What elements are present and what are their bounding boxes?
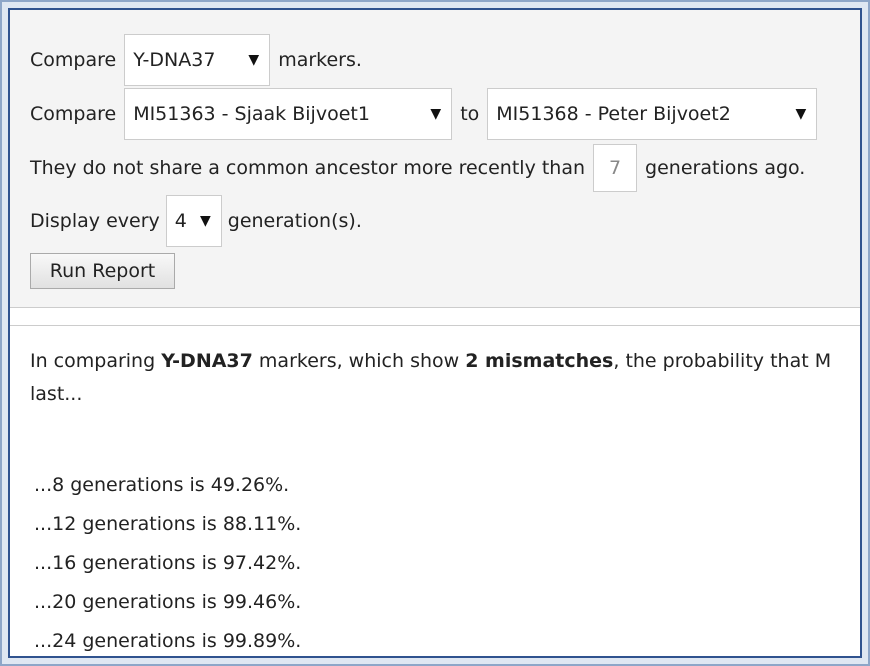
report-panel: Compare Y-DNA37 ▼ markers. Compare MI513…: [8, 8, 862, 658]
chevron-down-icon: ▼: [430, 106, 442, 122]
person2-select[interactable]: MI51368 - Peter Bijvoet2 ▼: [487, 88, 818, 140]
display-every-label: Display every: [30, 210, 160, 232]
compare-markers-row: Compare Y-DNA37 ▼ markers.: [30, 34, 362, 86]
person2-value: MI51368 - Peter Bijvoet2: [496, 103, 731, 125]
list-item: ...8 generations is 49.26%.: [34, 474, 290, 496]
intro-text: markers, which show: [252, 350, 466, 372]
generation-step-select[interactable]: 4 ▼: [165, 195, 222, 247]
window-outer-frame: Compare Y-DNA37 ▼ markers. Compare MI513…: [0, 0, 870, 666]
generation-step-value: 4: [174, 210, 187, 232]
list-item: ...20 generations is 99.46%.: [34, 591, 302, 613]
chevron-down-icon: ▼: [248, 52, 260, 68]
common-ancestor-row: They do not share a common ancestor more…: [30, 144, 806, 192]
person1-select[interactable]: MI51363 - Sjaak Bijvoet1 ▼: [124, 88, 453, 140]
divider: [10, 325, 860, 326]
marker-set-select[interactable]: Y-DNA37 ▼: [124, 34, 271, 86]
to-label: to: [460, 103, 480, 125]
markers-label: markers.: [278, 49, 362, 71]
generations-input[interactable]: 7: [593, 144, 638, 192]
generations-label: generation(s).: [227, 210, 362, 232]
list-item: ...12 generations is 88.11%.: [34, 513, 302, 535]
intro-text: In comparing: [30, 350, 162, 372]
compare-form: Compare Y-DNA37 ▼ markers. Compare MI513…: [10, 10, 860, 308]
display-every-row: Display every 4 ▼ generation(s).: [30, 195, 362, 247]
intro-markers: Y-DNA37: [161, 350, 253, 372]
person1-value: MI51363 - Sjaak Bijvoet1: [133, 103, 370, 125]
results-intro: In comparing Y-DNA37 markers, which show…: [30, 345, 860, 378]
compare-label: Compare: [30, 49, 117, 71]
list-item: ...24 generations is 99.89%.: [34, 630, 302, 652]
generations-ago-label: generations ago.: [645, 157, 806, 179]
compare-label: Compare: [30, 103, 117, 125]
chevron-down-icon: ▼: [795, 106, 807, 122]
chevron-down-icon: ▼: [199, 213, 211, 229]
run-report-button[interactable]: Run Report: [30, 253, 175, 289]
results-intro-continued: last...: [30, 383, 83, 405]
results-section: In comparing Y-DNA37 markers, which show…: [30, 345, 860, 656]
list-item: ...16 generations is 97.42%.: [34, 552, 302, 574]
probability-list: ...8 generations is 49.26%. ...12 genera…: [30, 466, 860, 656]
intro-mismatches: 2 mismatches: [465, 350, 614, 372]
intro-text: , the probability that M: [613, 350, 832, 372]
ancestor-label: They do not share a common ancestor more…: [30, 157, 586, 179]
marker-set-value: Y-DNA37: [133, 49, 216, 71]
compare-people-row: Compare MI51363 - Sjaak Bijvoet1 ▼ to MI…: [30, 88, 818, 140]
